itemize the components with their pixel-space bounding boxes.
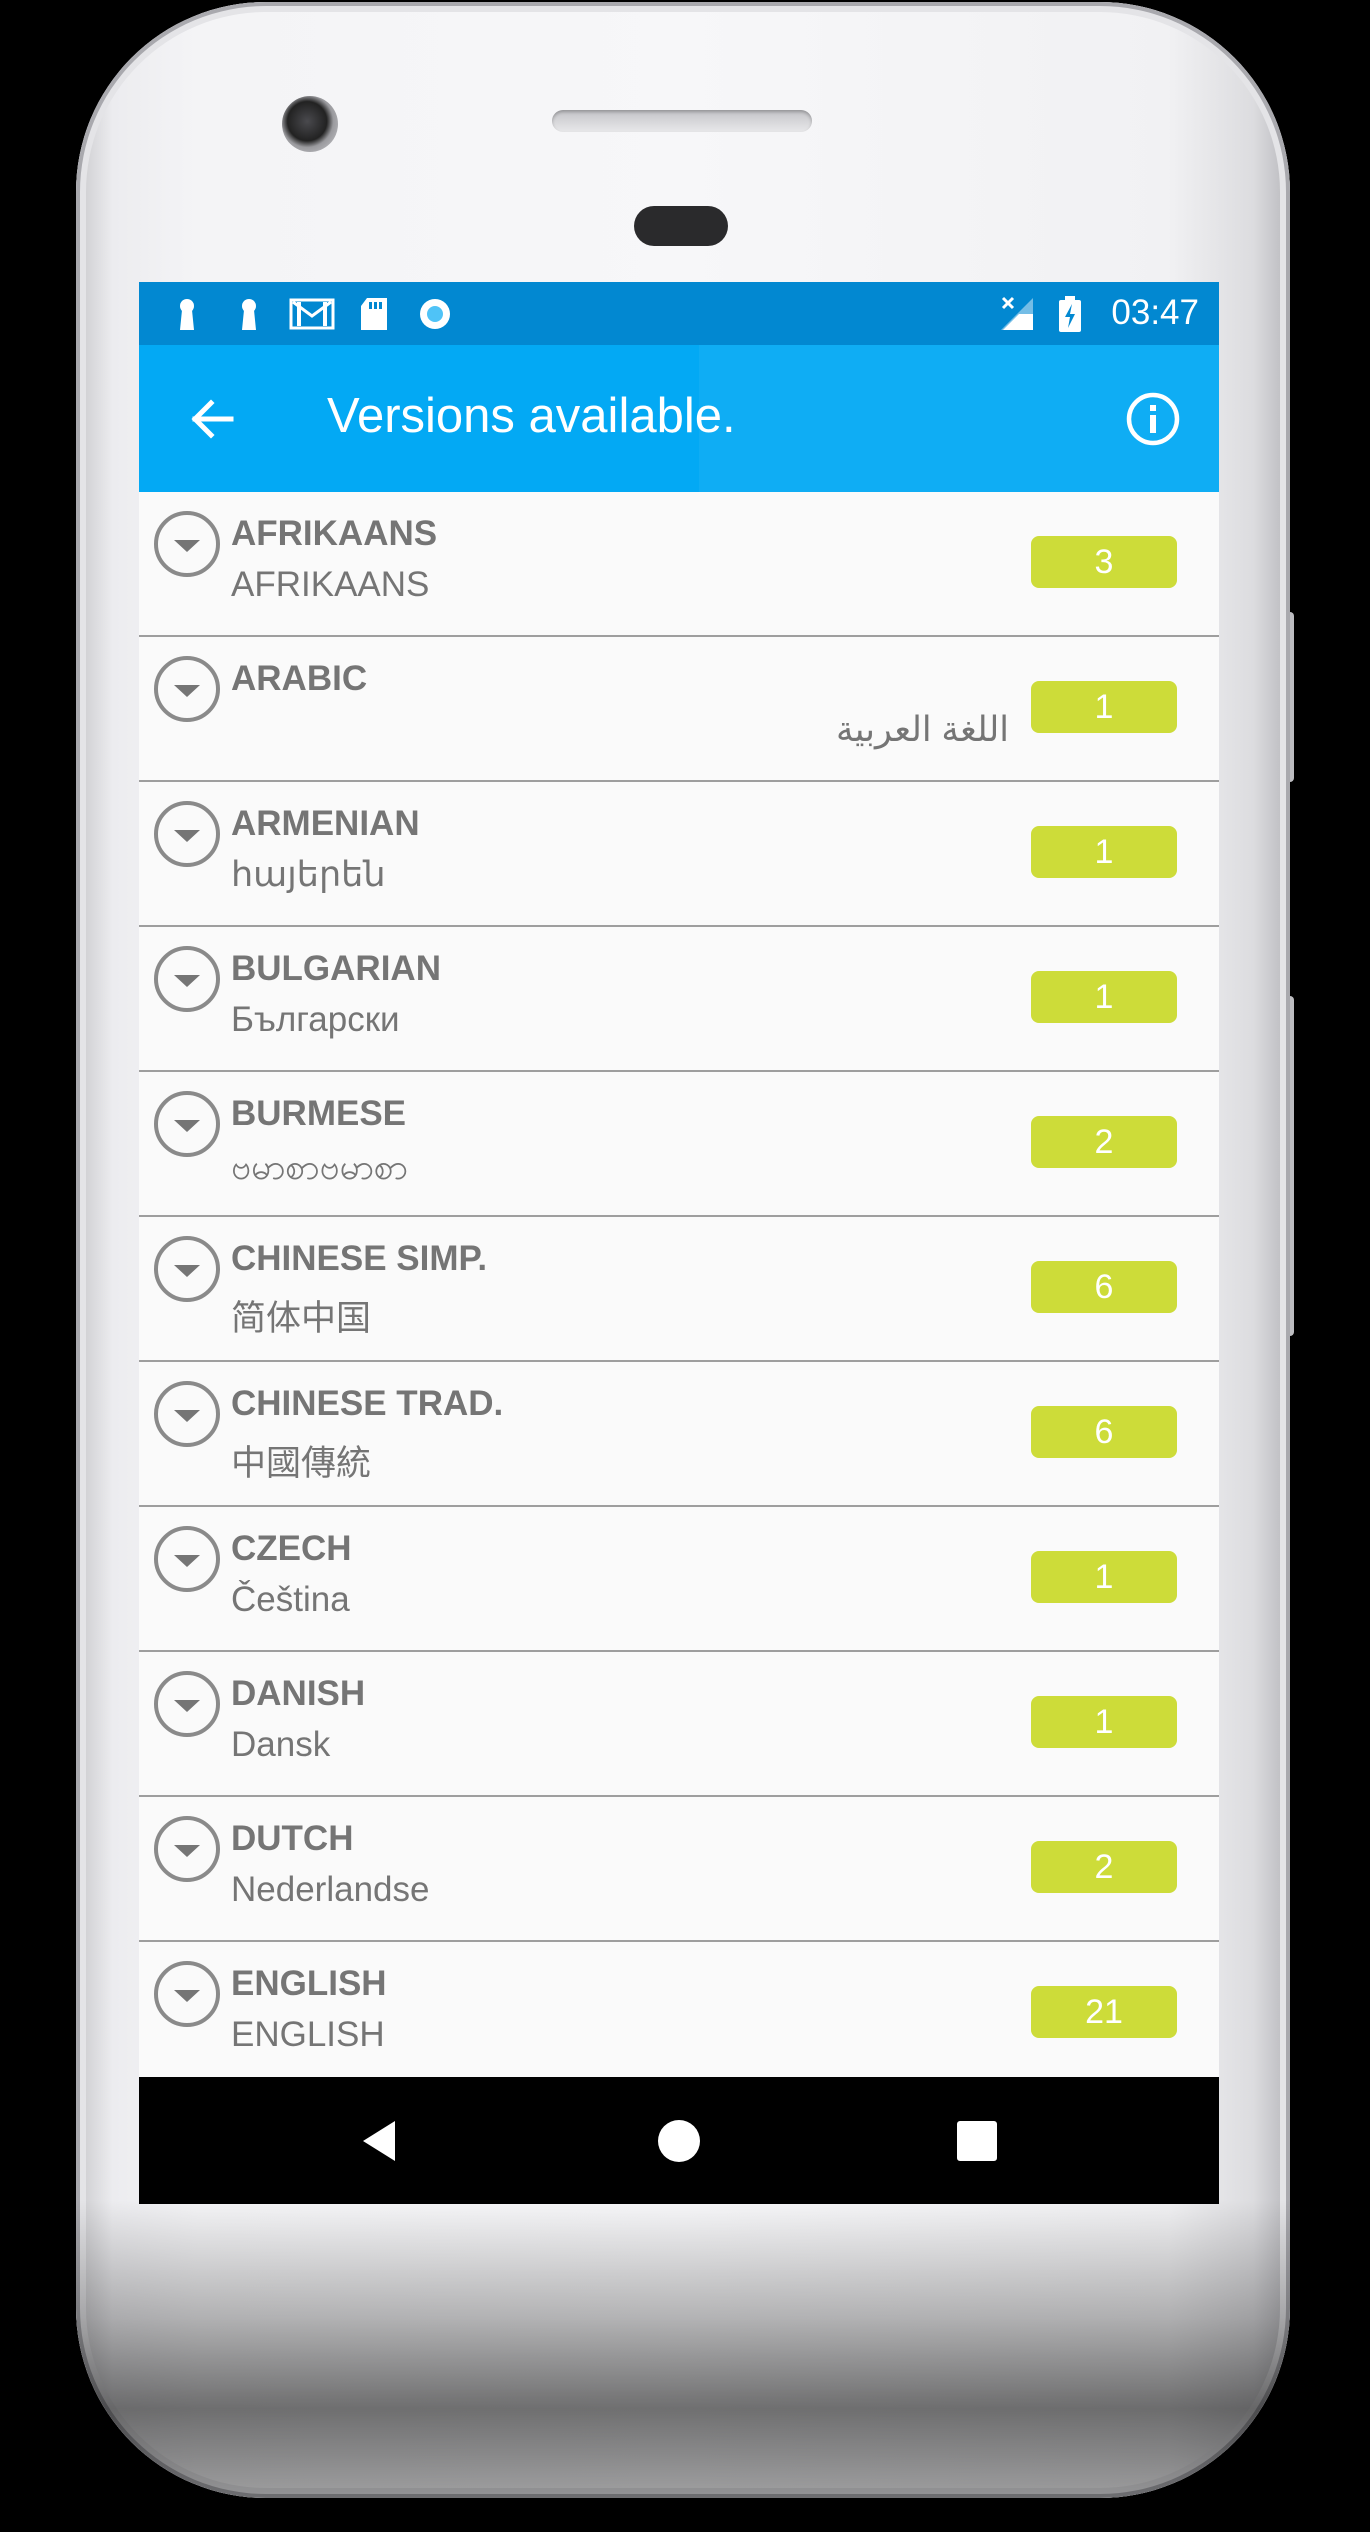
version-count-badge: 21 [1031, 1986, 1177, 2038]
language-name: DUTCH [231, 1819, 354, 1858]
language-native-name: AFRIKAANS [231, 565, 430, 604]
expand-chevron-icon[interactable] [153, 800, 221, 868]
language-native-name: Dansk [231, 1725, 331, 1764]
keyhole-icon [180, 299, 194, 330]
version-count-badge: 1 [1031, 681, 1177, 733]
language-native-name: 中國傳統 [231, 1444, 372, 1483]
earpiece-speaker [552, 110, 812, 132]
version-count-badge: 6 [1031, 1406, 1177, 1458]
language-name: CHINESE SIMP. [231, 1239, 488, 1278]
language-row[interactable]: BULGARIAN Български 1 [139, 927, 1219, 1072]
sd-card-icon [361, 298, 387, 330]
version-count-badge: 6 [1031, 1261, 1177, 1313]
proximity-sensor [634, 206, 728, 246]
expand-chevron-icon[interactable] [153, 1670, 221, 1738]
language-native-name: Български [231, 1000, 400, 1039]
language-name: ENGLISH [231, 1964, 387, 2003]
expand-chevron-icon[interactable] [153, 1380, 221, 1448]
expand-chevron-icon[interactable] [153, 1960, 221, 2028]
version-count-badge: 1 [1031, 1696, 1177, 1748]
language-native-name: 简体中国 [231, 1299, 372, 1338]
signal-off-icon [1001, 296, 1033, 330]
expand-chevron-icon[interactable] [153, 945, 221, 1013]
language-native-name: Nederlandse [231, 1870, 430, 1909]
language-name: ARMENIAN [231, 804, 420, 843]
nav-back-icon[interactable] [349, 2109, 413, 2173]
clock: 03:47 [1111, 293, 1199, 332]
circle-record-icon [420, 299, 450, 329]
version-count-badge: 1 [1031, 1551, 1177, 1603]
language-native-name: ENGLISH [231, 2015, 385, 2054]
version-count-badge: 2 [1031, 1116, 1177, 1168]
status-bar: 03:47 [139, 282, 1219, 345]
page-title: Versions available. [327, 389, 736, 443]
language-row[interactable]: ARABIC اللغة العربية 1 [139, 637, 1219, 782]
expand-chevron-icon[interactable] [153, 1525, 221, 1593]
navigation-bar [139, 2077, 1219, 2204]
language-name: BULGARIAN [231, 949, 441, 988]
language-row[interactable]: CZECH Čeština 1 [139, 1507, 1219, 1652]
language-row[interactable]: ENGLISH ENGLISH 21 [139, 1942, 1219, 2087]
language-row[interactable]: AFRIKAANS AFRIKAANS 3 [139, 492, 1219, 637]
nav-home-icon[interactable] [647, 2109, 711, 2173]
language-name: CZECH [231, 1529, 352, 1568]
language-row[interactable]: CHINESE TRAD. 中國傳統 6 [139, 1362, 1219, 1507]
language-name: ARABIC [231, 659, 368, 698]
language-native-name: ဗမာစာဗမာစာ [231, 1148, 408, 1187]
nav-recents-icon[interactable] [945, 2109, 1009, 2173]
arrow-back-icon[interactable] [179, 385, 247, 453]
version-count-badge: 3 [1031, 536, 1177, 588]
front-camera [282, 96, 338, 152]
expand-chevron-icon[interactable] [153, 655, 221, 723]
battery-charging-icon [1059, 296, 1081, 332]
expand-chevron-icon[interactable] [153, 1235, 221, 1303]
language-native-name: հայերեն [231, 855, 386, 894]
device-frame: 03:47 Versions available. AFRIKAANS AFRI… [0, 0, 1370, 2532]
language-name: CHINESE TRAD. [231, 1384, 504, 1423]
version-count-badge: 2 [1031, 1841, 1177, 1893]
version-count-badge: 1 [1031, 971, 1177, 1023]
expand-chevron-icon[interactable] [153, 1090, 221, 1158]
gmail-icon [289, 298, 335, 330]
language-name: BURMESE [231, 1094, 407, 1133]
language-list: AFRIKAANS AFRIKAANS 3 ARABIC اللغة العرب… [139, 492, 1219, 2087]
language-name: AFRIKAANS [231, 514, 438, 553]
info-icon[interactable] [1119, 385, 1187, 453]
app-bar: Versions available. [139, 345, 1219, 492]
language-row[interactable]: BURMESE ဗမာစာဗမာစာ 2 [139, 1072, 1219, 1217]
language-native-name: Čeština [231, 1580, 350, 1619]
keyhole-icon [242, 299, 256, 330]
language-row[interactable]: ARMENIAN հայերեն 1 [139, 782, 1219, 927]
version-count-badge: 1 [1031, 826, 1177, 878]
screen: 03:47 Versions available. AFRIKAANS AFRI… [139, 282, 1219, 2204]
language-row[interactable]: DUTCH Nederlandse 2 [139, 1797, 1219, 1942]
language-name: DANISH [231, 1674, 366, 1713]
language-native-name: اللغة العربية [835, 710, 1009, 749]
expand-chevron-icon[interactable] [153, 1815, 221, 1883]
expand-chevron-icon[interactable] [153, 510, 221, 578]
language-row[interactable]: CHINESE SIMP. 简体中国 6 [139, 1217, 1219, 1362]
language-row[interactable]: DANISH Dansk 1 [139, 1652, 1219, 1797]
